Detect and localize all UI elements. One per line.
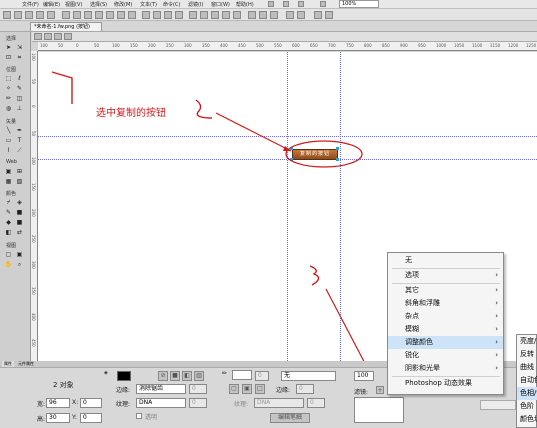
edge-amount[interactable]: 0 — [189, 384, 207, 394]
annotation-circle — [285, 140, 363, 168]
submenu-item-auto-levels[interactable]: 自动色阶 — [517, 374, 537, 387]
tab-symbol-properties[interactable]: 元件属性 — [16, 361, 36, 367]
menu-item-label: 无 — [405, 256, 412, 264]
fill-none-button[interactable]: ⊘ — [158, 371, 168, 381]
edge-select[interactable]: 消除锯齿 — [136, 384, 186, 394]
transparent-checkbox[interactable] — [136, 413, 142, 419]
width-field[interactable]: 96 — [46, 398, 70, 408]
object-count: 2 对象 — [53, 381, 74, 389]
chevron-right-icon: › — [495, 325, 498, 333]
transparent-label: 透明 — [145, 414, 158, 421]
menu-item-shadow-glow[interactable]: 阴影和光晕 › — [388, 362, 503, 375]
stroke-color-swatch[interactable] — [232, 370, 252, 380]
y-field[interactable]: 0 — [80, 413, 102, 423]
chevron-right-icon: › — [495, 364, 498, 372]
menu-item-none[interactable]: 无 — [388, 254, 503, 267]
menu-item-label: 调整颜色 — [405, 338, 433, 346]
chevron-right-icon: › — [495, 312, 498, 320]
edge2-label: 边缘: — [276, 387, 291, 394]
menu-item-blur[interactable]: 模糊 › — [388, 323, 503, 336]
chevron-right-icon: › — [495, 338, 498, 346]
annotation-label: 选中复制的按钮 — [96, 108, 166, 119]
menu-item-options[interactable]: 选项 › — [388, 269, 503, 282]
fill-color-swatch[interactable] — [117, 371, 131, 381]
texture2-label: 纹理: — [234, 401, 249, 408]
submenu-item-color-fill[interactable]: 颜色填充 — [517, 413, 537, 426]
menu-item-adjust-color[interactable]: 调整颜色 › — [388, 336, 503, 349]
menu-item-label: 锐化 — [405, 351, 419, 359]
chevron-right-icon: › — [495, 351, 498, 359]
menu-item-other[interactable]: 其它 › — [388, 284, 503, 297]
stroke-center-button[interactable]: ▣ — [242, 384, 252, 394]
texture2-amount[interactable]: 0 — [307, 398, 325, 408]
menu-item-label: 杂点 — [405, 312, 419, 320]
fill-solid-button[interactable]: ■ — [170, 371, 180, 381]
menu-item-label: Photoshop 动态效果 — [405, 379, 473, 387]
fill-gradient-button[interactable]: ◧ — [182, 371, 192, 381]
pencil-icon[interactable]: ✏ — [222, 370, 227, 377]
annotation-arrow-2 — [215, 112, 292, 152]
fill-pattern-button[interactable]: ▥ — [194, 371, 204, 381]
edge-label: 边缘: — [116, 387, 131, 394]
stroke-type-select[interactable]: 无 — [281, 371, 336, 381]
menu-item-bevel-emboss[interactable]: 斜角和浮雕 › — [388, 297, 503, 310]
menu-item-label: 阴影和光晕 — [405, 364, 440, 372]
filters-label: 滤镜: — [354, 389, 369, 396]
menu-item-label: 斜角和浮雕 — [405, 299, 440, 307]
x-label: X: — [72, 399, 79, 406]
blend-mode-select[interactable] — [480, 400, 516, 410]
height-field[interactable]: 30 — [46, 413, 70, 423]
filters-menu: 无 选项 › 其它 › 斜角和浮雕 › 杂点 › 模糊 › 调整颜色 › 锐化 › 阴影和光晕… — [387, 252, 504, 395]
annotation-number-2 — [195, 99, 213, 119]
chevron-right-icon: › — [495, 271, 498, 279]
menu-item-photoshop-live-effects[interactable]: Photoshop 动态效果 — [388, 377, 503, 390]
x-field[interactable]: 0 — [80, 398, 102, 408]
fill-bucket-icon[interactable]: ◈ — [104, 370, 108, 376]
chevron-right-icon: › — [495, 299, 498, 307]
adjust-color-submenu: 亮度/对比度 反转 曲线 自动色阶 色相/饱和度 色阶 颜色填充 — [516, 334, 537, 428]
chevron-right-icon: › — [495, 286, 498, 294]
texture2-select[interactable]: DNA — [254, 398, 304, 408]
y-label: Y: — [72, 414, 77, 421]
opacity-field[interactable]: 100 — [354, 371, 374, 381]
texture-label: 纹理: — [116, 401, 131, 408]
submenu-item-invert[interactable]: 反转 — [517, 348, 537, 361]
annotation-mark-1 — [51, 71, 73, 104]
submenu-item-curves[interactable]: 曲线 — [517, 361, 537, 374]
height-label: 高: — [37, 416, 46, 423]
annotation-number-3 — [309, 265, 320, 286]
stroke-outside-button[interactable]: □ — [255, 384, 265, 394]
texture-amount[interactable]: 0 — [189, 398, 207, 408]
add-filter-button[interactable]: + — [376, 386, 384, 394]
menu-item-sharpen[interactable]: 锐化 › — [388, 349, 503, 362]
menu-item-noise[interactable]: 杂点 › — [388, 310, 503, 323]
edit-stroke-button[interactable]: 编辑笔触 — [270, 413, 310, 423]
texture-select[interactable]: DNA — [136, 398, 186, 408]
width-label: 宽: — [37, 401, 46, 408]
submenu-item-levels[interactable]: 色阶 — [517, 400, 537, 413]
menu-item-label: 其它 — [405, 286, 419, 294]
tab-properties[interactable]: 属性 — [2, 361, 14, 367]
filters-list[interactable] — [354, 397, 404, 423]
menu-item-label: 选项 — [405, 271, 419, 279]
stroke-size[interactable]: 0 — [255, 371, 269, 381]
stroke-inside-button[interactable]: ▢ — [229, 384, 239, 394]
menu-item-label: 模糊 — [405, 325, 419, 333]
submenu-item-hue-saturation[interactable]: 色相/饱和度 — [517, 387, 537, 400]
submenu-item-brightness-contrast[interactable]: 亮度/对比度 — [517, 335, 537, 348]
edge2-amount[interactable]: 0 — [296, 384, 314, 394]
